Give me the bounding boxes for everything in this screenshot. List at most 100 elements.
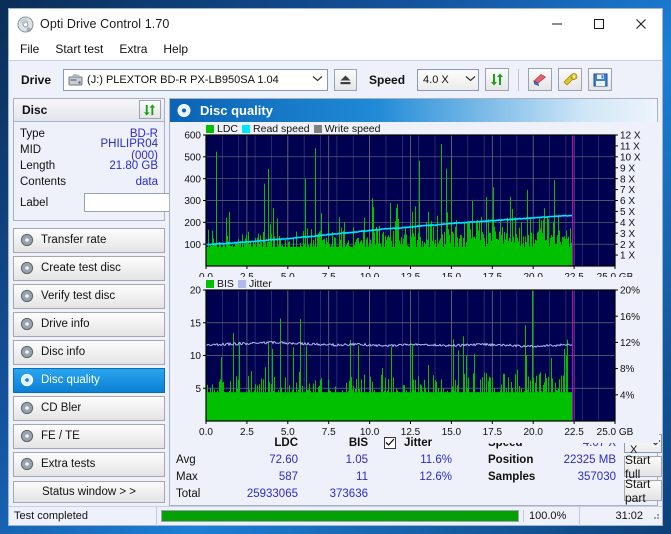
svg-text:600: 600 (184, 131, 201, 142)
sidebar-item-label: Transfer rate (41, 234, 107, 247)
stats-avg-ldc: 72.60 (269, 453, 298, 466)
svg-text:4 X: 4 X (620, 218, 635, 229)
menu-help[interactable]: Help (159, 41, 196, 58)
disc-row-contents: Contents data (20, 174, 158, 190)
stats-corner (170, 434, 222, 451)
svg-text:9 X: 9 X (620, 163, 635, 174)
statistics-table: LDC BIS Jitter Avg 72.60 1.05 11.6% Max … (170, 434, 488, 502)
close-icon[interactable] (620, 9, 662, 39)
disc-icon (20, 261, 35, 275)
resize-grip[interactable] (648, 510, 662, 522)
disc-icon (20, 429, 35, 443)
chevron-down-icon (462, 75, 478, 84)
sidebar-item-create-test-disc[interactable]: Create test disc (13, 255, 165, 281)
tools-button[interactable] (558, 68, 583, 91)
disc-icon (176, 103, 192, 118)
refresh-button[interactable] (485, 68, 510, 91)
stats-max-ldc: 587 (278, 470, 298, 483)
sidebar-item-transfer-rate[interactable]: Transfer rate (13, 227, 165, 253)
svg-text:16%: 16% (620, 312, 640, 323)
sidebar-item-cd-bler[interactable]: CD Bler (13, 395, 165, 421)
disc-value-length: 21.80 GB (109, 159, 158, 172)
stats-avg-spacer (374, 451, 396, 468)
sidebar-item-fe-te[interactable]: FE / TE (13, 423, 165, 449)
jitter-checkbox-cell (374, 434, 396, 451)
save-button[interactable] (588, 68, 613, 91)
svg-text:10 X: 10 X (620, 152, 641, 163)
disc-icon (20, 345, 35, 359)
caption-buttons (536, 9, 662, 39)
svg-text:22.5: 22.5 (564, 427, 584, 438)
stats-header-bis: BIS (348, 436, 368, 449)
stats-row-label-total: Total (176, 487, 201, 500)
bis-chart-canvas[interactable]: 51015204%8%12%16%20%0.0 2.5 5.0 7.5 10.0 12.5… (170, 277, 659, 443)
jitter-checkbox[interactable] (384, 436, 396, 449)
disc-icon (20, 289, 35, 303)
status-bar: Test completed 100.0% 31:02 (9, 506, 662, 526)
main-panel-header: Disc quality (170, 99, 657, 122)
content-area: Disc Type BD-R MID PHILIPR04 (000) Lengt… (9, 98, 663, 506)
disc-icon (20, 401, 35, 415)
ldc-chart: LDC Read speed Write speed 100 200 300 400 5… (170, 122, 659, 288)
start-part-button[interactable]: Start part (624, 477, 663, 505)
svg-text:7 X: 7 X (620, 185, 635, 196)
svg-text:12%: 12% (620, 338, 640, 349)
disc-refresh-button[interactable] (139, 100, 161, 120)
svg-text:200: 200 (184, 218, 201, 229)
menu-file[interactable]: File (16, 41, 47, 58)
stats-total-ldc: 25933065 (246, 487, 298, 500)
svg-text:25.0 GB: 25.0 GB (597, 427, 634, 438)
chevron-down-icon (309, 75, 325, 84)
main-panel-title: Disc quality (200, 103, 273, 118)
legend-label-jitter: Jitter (248, 278, 272, 290)
run-info-values: 4.07 X 22325 MB 357030 (550, 434, 624, 502)
toolbar-separator (518, 68, 520, 91)
menu-extra[interactable]: Extra (115, 41, 155, 58)
start-full-button[interactable]: Start full (624, 453, 663, 481)
svg-text:10: 10 (190, 351, 202, 362)
bis-chart-legend: BIS Jitter (206, 278, 272, 290)
status-window-button[interactable]: Status window > > (13, 480, 165, 503)
erase-button[interactable] (528, 68, 553, 91)
disc-key-mid: MID (20, 143, 42, 156)
svg-text:100: 100 (184, 240, 201, 251)
minimize-icon[interactable] (536, 9, 578, 39)
disc-icon (20, 317, 35, 331)
status-message: Test completed (9, 506, 157, 526)
svg-text:6 X: 6 X (620, 196, 635, 207)
menu-start-test[interactable]: Start test (51, 41, 111, 58)
sidebar-item-disc-quality[interactable]: Disc quality (13, 367, 165, 393)
svg-text:4%: 4% (620, 390, 635, 401)
maximize-icon[interactable] (578, 9, 620, 39)
desktop-background: Opti Drive Control 1.70 File Start test … (0, 0, 671, 534)
window-title: Opti Drive Control 1.70 (40, 17, 170, 31)
run-controls: 4.0 X Start full Start part (624, 432, 666, 505)
sidebar: Disc Type BD-R MID PHILIPR04 (000) Lengt… (13, 98, 288, 506)
disc-panel-title: Disc (22, 102, 48, 117)
stats-max-jitter: 12.6% (419, 470, 452, 483)
eject-button[interactable] (334, 68, 358, 91)
legend-bis: BIS (206, 278, 234, 290)
sidebar-item-label: Disc quality (41, 374, 100, 387)
run-info-labels: Speed Position Samples (488, 434, 550, 502)
legend-label-bis: BIS (217, 278, 234, 290)
legend-ldc: LDC (206, 123, 238, 135)
svg-text:20.0: 20.0 (523, 427, 543, 438)
ldc-chart-canvas[interactable]: 100 200 300 400 500 600 1 X2 X3 X4 X5 X6 X7 X8… (170, 122, 659, 288)
legend-read-speed: Read speed (242, 123, 310, 135)
svg-text:12 X: 12 X (620, 131, 641, 142)
drive-select[interactable]: (J:) PLEXTOR BD-R PX-LB950SA 1.04 (63, 68, 329, 91)
sidebar-item-verify-test-disc[interactable]: Verify test disc (13, 283, 165, 309)
svg-text:20%: 20% (620, 286, 640, 297)
stats-total-spacer (374, 485, 396, 502)
sidebar-item-extra-tests[interactable]: Extra tests (13, 451, 165, 477)
speed-select[interactable]: 4.0 X (417, 68, 480, 91)
svg-text:2 X: 2 X (620, 240, 635, 251)
speed-label: Speed (369, 72, 406, 87)
stats-max-spacer (374, 468, 396, 485)
sidebar-item-disc-info[interactable]: Disc info (13, 339, 165, 365)
sidebar-item-drive-info[interactable]: Drive info (13, 311, 165, 337)
svg-text:1 X: 1 X (620, 251, 635, 262)
elapsed-time: 31:02 (615, 510, 643, 522)
sidebar-item-label: FE / TE (41, 430, 80, 443)
